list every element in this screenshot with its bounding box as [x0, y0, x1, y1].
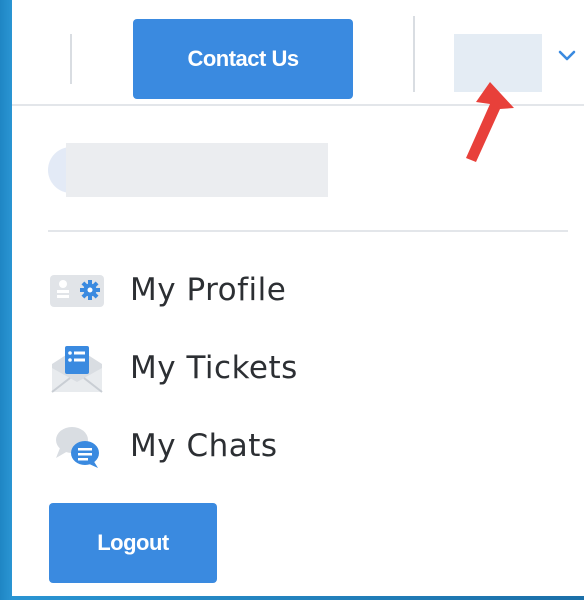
menu-item-label: My Profile	[130, 272, 287, 308]
profile-settings-icon	[50, 275, 104, 307]
divider	[70, 34, 72, 84]
menu-item-label: My Tickets	[130, 350, 298, 386]
username-redacted	[66, 143, 328, 197]
menu-item-label: My Chats	[130, 428, 278, 464]
chevron-down-icon[interactable]	[558, 50, 576, 62]
menu-item-my-chats[interactable]: My Chats	[48, 418, 448, 474]
logout-button[interactable]: Logout	[49, 503, 217, 583]
chats-icon	[56, 427, 99, 468]
menu-separator	[48, 230, 568, 232]
contact-us-button[interactable]: Contact Us	[133, 19, 353, 99]
menu-item-my-tickets[interactable]: My Tickets	[48, 340, 448, 396]
red-arrow-icon	[466, 82, 514, 162]
user-dropdown-panel: Contact Us My Profile My Tickets My Chat…	[12, 0, 584, 596]
divider	[413, 16, 415, 92]
menu-item-my-profile[interactable]: My Profile	[48, 262, 448, 318]
tickets-icon	[51, 346, 103, 393]
username-placeholder	[48, 143, 328, 197]
